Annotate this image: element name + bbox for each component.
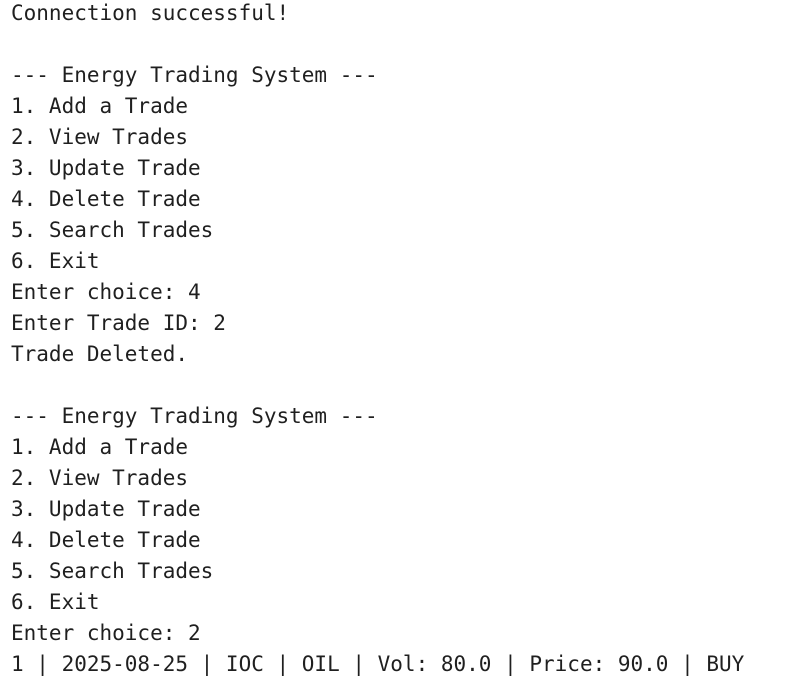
menu-option-delete-trade: 4. Delete Trade: [11, 187, 201, 211]
terminal-output: Connection successful! --- Energy Tradin…: [0, 0, 805, 697]
menu-option-update-trade: 3. Update Trade: [11, 497, 201, 521]
menu-option-add-trade: 1. Add a Trade: [11, 94, 189, 118]
menu-option-view-trades: 2. View Trades: [11, 125, 189, 149]
choice-prompt: Enter choice: 4: [11, 280, 201, 304]
result-message: Trade Deleted.: [11, 342, 189, 366]
trade-id-prompt: Enter Trade ID: 2: [11, 311, 226, 335]
menu-option-exit: 6. Exit: [11, 590, 100, 614]
menu-option-search-trades: 5. Search Trades: [11, 218, 214, 242]
menu-option-add-trade: 1. Add a Trade: [11, 435, 189, 459]
menu-title: --- Energy Trading System ---: [11, 404, 378, 428]
menu-title: --- Energy Trading System ---: [11, 63, 378, 87]
status-line: Connection successful!: [11, 1, 290, 25]
menu-option-exit: 6. Exit: [11, 249, 100, 273]
menu-option-view-trades: 2. View Trades: [11, 466, 189, 490]
choice-prompt: Enter choice: 2: [11, 621, 201, 645]
menu-option-delete-trade: 4. Delete Trade: [11, 528, 201, 552]
trade-record-row: 1 | 2025-08-25 | IOC | OIL | Vol: 80.0 |…: [11, 652, 745, 676]
menu-option-update-trade: 3. Update Trade: [11, 156, 201, 180]
terminal-lines: Connection successful! --- Energy Tradin…: [11, 0, 744, 680]
menu-option-search-trades: 5. Search Trades: [11, 559, 214, 583]
